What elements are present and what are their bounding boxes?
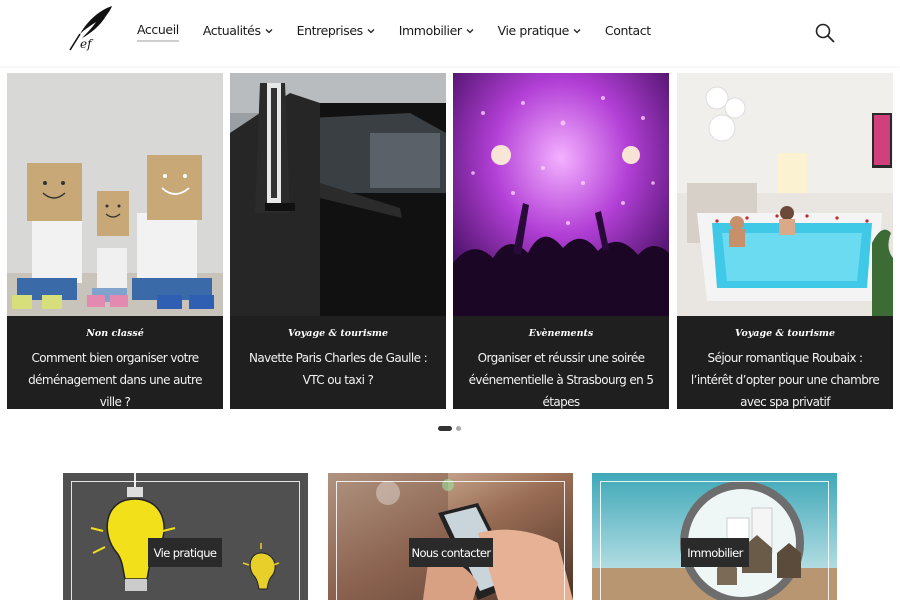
chevron-down-icon xyxy=(466,28,474,33)
quill-logo[interactable]: ef xyxy=(66,4,116,52)
post-card[interactable]: Evènements Organiser et réussir une soir… xyxy=(453,73,669,409)
tile-label[interactable]: Vie pratique xyxy=(148,538,222,567)
post-caption: Non classé Comment bien organiser votre … xyxy=(7,316,223,409)
nav-item-contact[interactable]: Contact xyxy=(605,23,651,41)
party-crowd-image xyxy=(453,73,669,316)
post-title[interactable]: Navette Paris Charles de Gaulle : VTC ou… xyxy=(242,347,434,391)
chevron-down-icon xyxy=(265,28,273,33)
post-caption: Voyage & tourisme Navette Paris Charles … xyxy=(230,316,446,409)
nav-item-immobilier[interactable]: Immobilier xyxy=(399,23,474,41)
post-category[interactable]: Evènements xyxy=(465,328,657,339)
nav-item-vie-pratique[interactable]: Vie pratique xyxy=(498,23,581,41)
post-category[interactable]: Voyage & tourisme xyxy=(242,328,434,339)
post-image-spa[interactable] xyxy=(677,73,893,316)
nav-item-accueil[interactable]: Accueil xyxy=(137,22,179,42)
post-card[interactable]: Voyage & tourisme Séjour romantique Roub… xyxy=(677,73,893,409)
post-caption: Voyage & tourisme Séjour romantique Roub… xyxy=(677,316,893,409)
post-title[interactable]: Séjour romantique Roubaix : l’intérêt d’… xyxy=(689,347,881,409)
tile-label[interactable]: Immobilier xyxy=(681,538,749,567)
nav-label: Immobilier xyxy=(398,23,462,38)
spa-room-image xyxy=(677,73,893,316)
category-tile-nous-contacter[interactable]: Nous contacter xyxy=(328,473,573,600)
category-tile-vie-pratique[interactable]: Vie pratique xyxy=(63,473,308,600)
slider-pagination xyxy=(438,426,461,431)
featured-posts-slider: Non classé Comment bien organiser votre … xyxy=(7,73,894,409)
post-category[interactable]: Voyage & tourisme xyxy=(689,328,881,339)
nav-label: Actualités xyxy=(202,23,261,38)
chevron-down-icon xyxy=(573,28,581,33)
nav-item-actualites[interactable]: Actualités xyxy=(203,23,273,41)
vtc-chauffeur-image xyxy=(230,73,446,316)
svg-text:ef: ef xyxy=(80,37,94,51)
category-tile-immobilier[interactable]: Immobilier xyxy=(592,473,837,600)
slider-dot-active[interactable] xyxy=(438,426,452,431)
search-icon[interactable] xyxy=(814,22,836,44)
chevron-down-icon xyxy=(367,28,375,33)
post-image-vtc[interactable] xyxy=(230,73,446,316)
post-card[interactable]: Non classé Comment bien organiser votre … xyxy=(7,73,223,409)
tile-label[interactable]: Nous contacter xyxy=(409,538,493,567)
slider-dot[interactable] xyxy=(456,426,461,431)
site-header: ef Accueil Actualités Entreprises Immobi… xyxy=(0,0,900,66)
main-nav: Accueil Actualités Entreprises Immobilie… xyxy=(137,22,675,42)
nav-label: Entreprises xyxy=(296,23,364,38)
post-image-party[interactable] xyxy=(453,73,669,316)
post-caption: Evènements Organiser et réussir une soir… xyxy=(453,316,669,409)
post-title[interactable]: Organiser et réussir une soirée événemen… xyxy=(465,347,657,409)
nav-label: Contact xyxy=(604,23,651,38)
post-image-moving-boxes[interactable] xyxy=(7,73,223,316)
moving-family-image xyxy=(7,73,223,316)
post-category[interactable]: Non classé xyxy=(19,328,211,339)
post-title[interactable]: Comment bien organiser votre déménagemen… xyxy=(19,347,211,409)
nav-item-entreprises[interactable]: Entreprises xyxy=(297,23,375,41)
nav-label: Accueil xyxy=(137,22,179,37)
nav-label: Vie pratique xyxy=(497,23,570,38)
post-card[interactable]: Voyage & tourisme Navette Paris Charles … xyxy=(230,73,446,409)
